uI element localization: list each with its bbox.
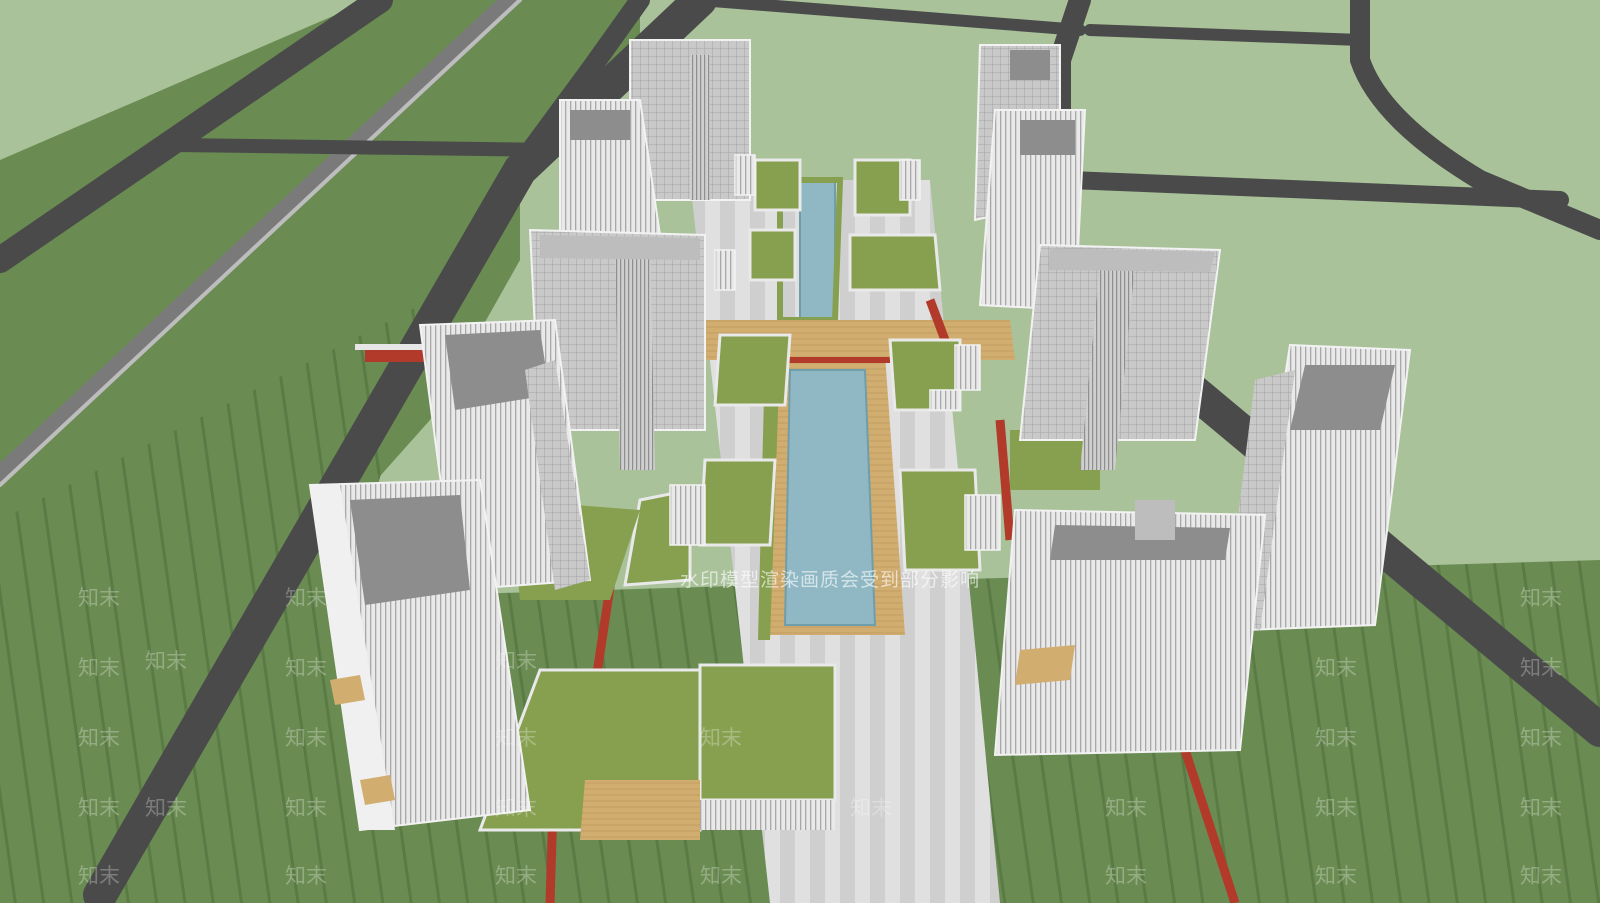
tower-e-1 — [1018, 243, 1222, 470]
aerial-campus-render — [0, 0, 1600, 903]
tower-se — [993, 500, 1267, 757]
